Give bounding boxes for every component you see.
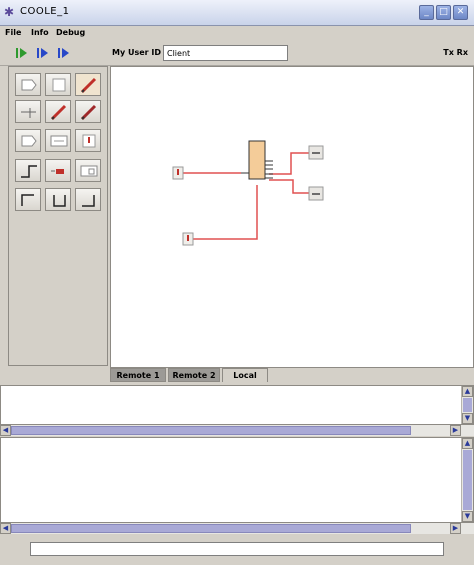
step-icon xyxy=(37,48,48,58)
menu-info[interactable]: Info xyxy=(31,28,49,37)
output-display[interactable] xyxy=(308,145,324,160)
circuit-canvas[interactable] xyxy=(110,66,474,368)
tool-palette xyxy=(8,66,108,366)
wire xyxy=(269,179,309,194)
junction-icon xyxy=(21,108,36,118)
arrow-up-icon: ▲ xyxy=(464,439,471,447)
step-button[interactable] xyxy=(37,47,49,59)
tool-box[interactable] xyxy=(45,73,71,96)
arrow-right-icon: ▶ xyxy=(452,426,459,434)
tool-corner-up[interactable] xyxy=(15,188,41,211)
bracket-icon xyxy=(53,195,66,207)
tool-display[interactable] xyxy=(45,129,71,152)
tool-rising-edge[interactable] xyxy=(15,159,41,182)
lower-vertical-scrollbar[interactable]: ▲ ▼ xyxy=(461,438,473,522)
tool-switch[interactable] xyxy=(75,129,101,152)
tool-corner-down[interactable] xyxy=(75,188,101,211)
scroll-down-button[interactable]: ▼ xyxy=(462,511,473,522)
horizontal-scroll-thumb[interactable] xyxy=(11,524,411,533)
tab-local[interactable]: Local xyxy=(222,368,268,382)
rising-edge-icon xyxy=(21,165,37,178)
run-button[interactable] xyxy=(16,47,28,59)
maximize-icon: □ xyxy=(439,7,448,17)
tx-rx-indicator: Tx Rx xyxy=(443,48,468,57)
user-id-input[interactable] xyxy=(163,45,288,61)
logic-component[interactable] xyxy=(241,140,273,180)
scroll-up-button[interactable]: ▲ xyxy=(462,386,473,397)
menu-file[interactable]: File xyxy=(5,28,21,37)
box-icon xyxy=(52,78,66,92)
arrow-left-icon: ◀ xyxy=(2,524,9,532)
command-input[interactable] xyxy=(30,542,444,556)
step-forward-button[interactable] xyxy=(58,47,70,59)
tool-wire-dark[interactable] xyxy=(75,100,101,123)
corner-down-icon xyxy=(82,195,95,207)
tool-inverter[interactable] xyxy=(45,159,71,182)
tool-output-port[interactable] xyxy=(15,129,41,152)
window-title: COOLE_1 xyxy=(20,6,70,17)
tab-remote-2[interactable]: Remote 2 xyxy=(168,368,220,382)
minimize-icon: _ xyxy=(424,7,429,17)
lower-horizontal-scrollbar[interactable]: ◀ ▶ xyxy=(0,523,474,534)
output-port-icon xyxy=(21,135,37,147)
arrow-down-icon: ▼ xyxy=(464,414,471,422)
display-icon xyxy=(50,135,68,147)
input-switch[interactable] xyxy=(172,166,184,180)
vertical-scroll-thumb[interactable] xyxy=(463,398,472,412)
tool-wire-red[interactable] xyxy=(45,100,71,123)
toolbar: My User ID : Tx Rx xyxy=(0,40,474,66)
arrow-down-icon: ▼ xyxy=(464,512,471,520)
register-icon xyxy=(80,165,98,177)
dark-pencil-icon xyxy=(80,104,97,121)
menu-bar: File Info Debug xyxy=(0,26,474,40)
run-icon xyxy=(16,48,27,58)
upper-horizontal-scrollbar[interactable]: ◀ ▶ xyxy=(0,425,474,436)
wire xyxy=(269,152,309,175)
switch-icon xyxy=(82,134,96,148)
menu-debug[interactable]: Debug xyxy=(56,28,85,37)
arrow-right-icon: ▶ xyxy=(452,524,459,532)
scroll-right-button[interactable]: ▶ xyxy=(450,425,461,436)
input-port-icon xyxy=(21,79,37,91)
output-display[interactable] xyxy=(308,186,324,201)
inverter-icon xyxy=(51,169,64,174)
pencil-icon xyxy=(80,77,97,94)
tool-pencil[interactable] xyxy=(75,73,101,96)
upper-vertical-scrollbar[interactable]: ▲ ▼ xyxy=(461,386,473,424)
horizontal-scroll-thumb[interactable] xyxy=(11,426,411,435)
close-button[interactable]: ✕ xyxy=(453,5,468,20)
vertical-scroll-thumb[interactable] xyxy=(463,450,472,510)
scroll-left-button[interactable]: ◀ xyxy=(0,523,11,534)
tool-input-port[interactable] xyxy=(15,73,41,96)
minimize-button[interactable]: _ xyxy=(419,5,434,20)
tab-remote-1[interactable]: Remote 1 xyxy=(110,368,166,382)
title-bar: ✱ COOLE_1 _ □ ✕ xyxy=(0,0,474,26)
tool-junction[interactable] xyxy=(15,100,41,123)
lower-log-panel[interactable]: ▲ ▼ xyxy=(0,437,474,523)
circuit-diagram xyxy=(172,140,324,246)
user-id-label: My User ID : xyxy=(112,48,167,57)
tool-register[interactable] xyxy=(75,159,101,182)
maximize-button[interactable]: □ xyxy=(436,5,451,20)
scroll-up-button[interactable]: ▲ xyxy=(462,438,473,449)
close-icon: ✕ xyxy=(456,7,465,17)
scroll-left-button[interactable]: ◀ xyxy=(0,425,11,436)
corner-up-icon xyxy=(21,194,34,206)
tab-bar: Remote 1 Remote 2 Local xyxy=(110,368,474,382)
step-forward-icon xyxy=(58,48,69,58)
arrow-up-icon: ▲ xyxy=(464,387,471,395)
wire xyxy=(191,185,258,240)
tool-bracket[interactable] xyxy=(45,188,71,211)
arrow-left-icon: ◀ xyxy=(2,426,9,434)
scroll-right-button[interactable]: ▶ xyxy=(450,523,461,534)
scroll-down-button[interactable]: ▼ xyxy=(462,413,473,424)
upper-log-panel[interactable]: ▲ ▼ xyxy=(0,385,474,425)
red-pencil-icon xyxy=(50,104,67,121)
app-icon: ✱ xyxy=(4,5,15,19)
input-switch[interactable] xyxy=(182,232,194,246)
